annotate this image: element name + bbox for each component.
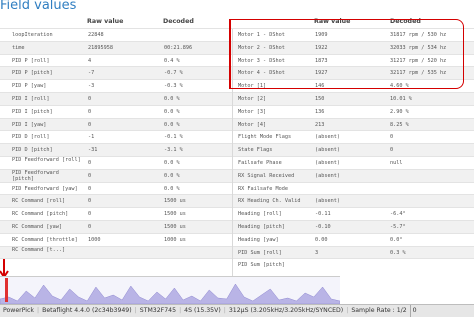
left-raw-header: Raw value [87, 18, 124, 25]
table-row: PID Feedforward [roll] 0 0.0 % Failsafe Pha… [0, 156, 474, 169]
status-loop: 312µS (3.205kHz/3.205kHz/SYNCED) [228, 307, 344, 314]
status-zero[interactable]: 0 [409, 305, 419, 317]
table-row: RC Command [yaw] 0 1500 us Heading [pitch] -… [0, 220, 474, 233]
table-row: PID Feedforward [yaw] 0 0.0 % RX Failsafe M… [0, 181, 474, 195]
field-name: PID Sum [pitch] [238, 262, 285, 269]
motor-highlight-box [229, 19, 453, 89]
table-row: PID D [roll] -1 -0.1 % Flight Mode Flags (ab… [0, 130, 474, 143]
status-firmware: Betaflight 4.4.0 (2c34b3949) [42, 307, 132, 314]
status-bar: PowerPick | Betaflight 4.4.0 (2c34b3949) | S… [0, 304, 474, 317]
field-name: RC Command [t...] [12, 246, 66, 253]
table-row: PID I [roll] 0 0.0 % Motor [2] 150 10.01 % [0, 92, 474, 105]
throttle-trace [0, 283, 340, 304]
table-row: RC Command [t...] PID Sum [roll] 3 0.3 % [0, 245, 474, 259]
table-row: RC Command [throttle] 1000 1000 us Heading … [0, 232, 474, 246]
table-row: RC Command [pitch] 0 1500 us Heading [roll]… [0, 207, 474, 220]
table-row: PID I [pitch] 0 0.0 % Motor [3] 136 2.90 % [0, 104, 474, 118]
status-app: PowerPick [3, 307, 35, 314]
table-row: RC Command [roll] 0 1500 us RX Heading Ch. … [0, 194, 474, 208]
table-row: PID D [pitch] -31 -3.1 % State Flags (absent… [0, 143, 474, 156]
status-board: STM32F745 [139, 307, 177, 314]
timeline-cursor[interactable] [5, 278, 8, 302]
highlight-marker-curve [452, 19, 464, 89]
left-decoded-header: Decoded [163, 18, 194, 25]
log-overview-graph[interactable] [0, 276, 340, 304]
status-sample-rate: Sample Rate : 1/2 [351, 307, 407, 314]
status-cells: 4S (15.35V) [184, 307, 221, 314]
table-row: PID Feedforward [pitch] 0 0.0 % RX Signal R… [0, 168, 474, 182]
page-title: Field values [0, 0, 77, 13]
field-name: PID Feedforward [roll] [12, 157, 81, 163]
table-row: PID I [yaw] 0 0.0 % Motor [4] 213 8.25 % [0, 117, 474, 131]
table-row: PID Sum [pitch] [0, 258, 474, 271]
